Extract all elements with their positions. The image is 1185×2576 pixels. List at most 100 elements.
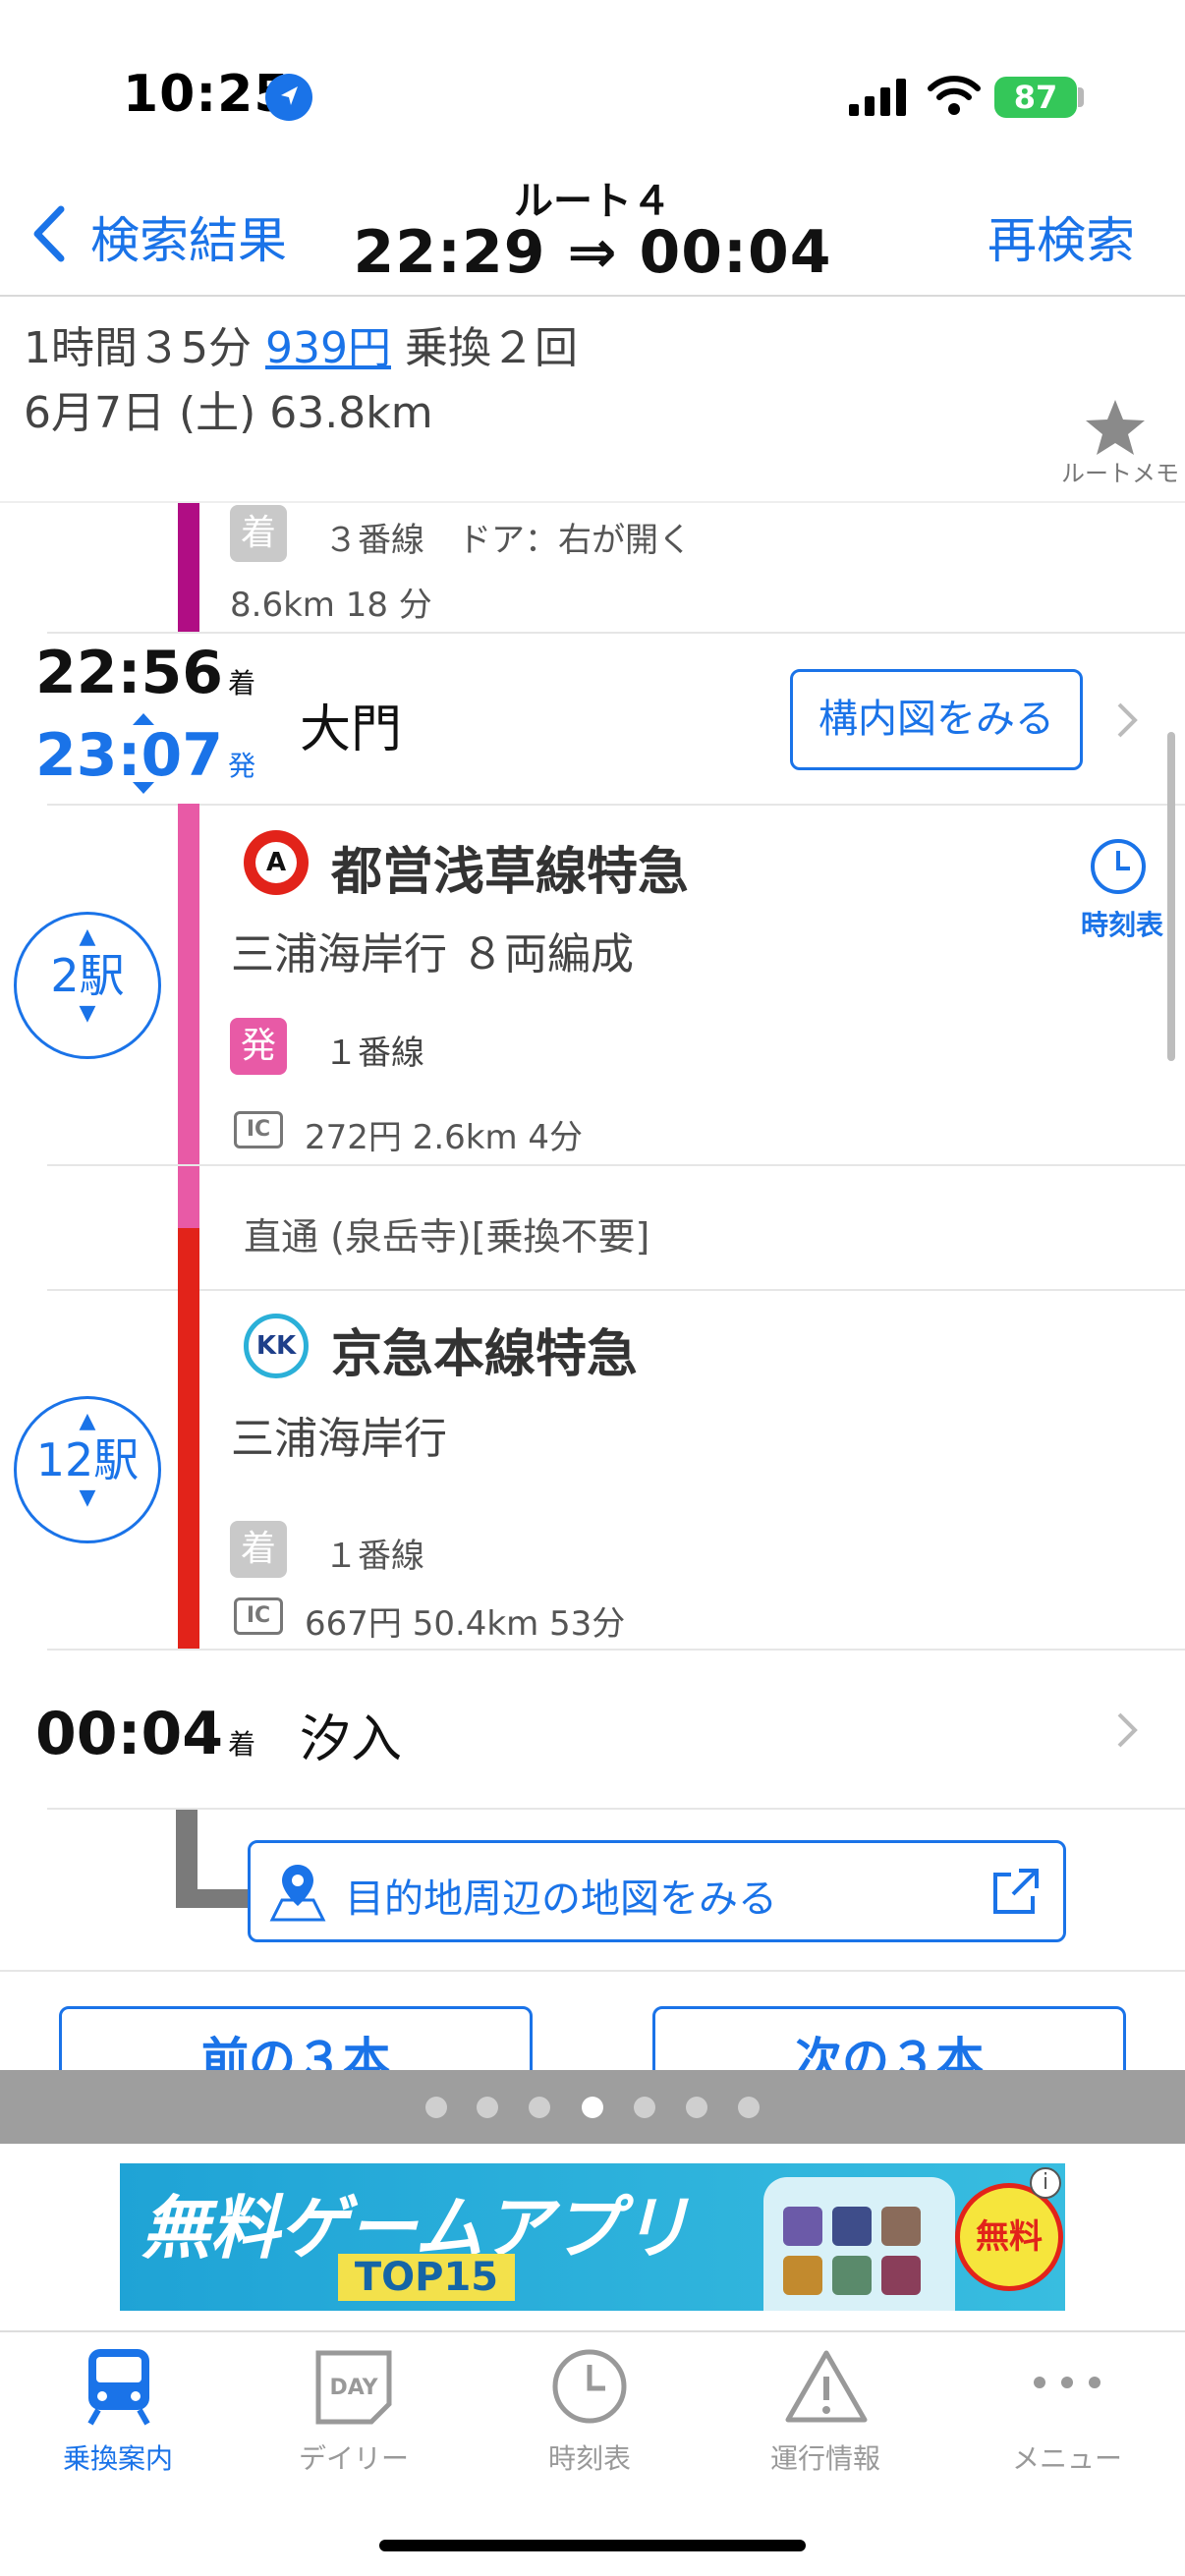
divider — [47, 1164, 1185, 1166]
ad-info-icon[interactable]: i — [1030, 2167, 1061, 2199]
depart-time[interactable]: 23:07 — [35, 721, 223, 790]
divider — [47, 632, 1185, 634]
tab-label: 乗換案内 — [62, 2442, 173, 2475]
ad-banner[interactable]: 無料ゲームアプリ TOP15 無料 i — [120, 2163, 1065, 2311]
station-name[interactable]: 汐入 — [300, 1698, 402, 1771]
wifi-icon — [928, 76, 981, 115]
platform-info: １番線 — [324, 1034, 424, 1073]
fare-info: 272円 2.6km 4分 — [305, 1118, 584, 1157]
svg-text:DAY: DAY — [329, 2376, 378, 2400]
transfers: 乗換２回 — [404, 323, 578, 373]
location-icon — [265, 74, 312, 121]
arrive-time: 00:04 — [35, 1700, 223, 1768]
ad-subtitle: TOP15 — [338, 2254, 515, 2301]
tab-daily[interactable]: DAY デイリー — [236, 2343, 472, 2481]
route-connector — [176, 1810, 254, 1908]
scrollbar[interactable] — [1167, 732, 1175, 1061]
expand-up-icon: ▲ — [79, 1409, 96, 1433]
page-dot[interactable] — [425, 2097, 447, 2118]
map-pin-icon — [269, 1865, 326, 1922]
battery-indicator: 87 — [994, 77, 1077, 118]
line-name[interactable]: 京急本線特急 — [331, 1313, 638, 1386]
arrive-time-row: 00:04 着 — [35, 1700, 255, 1768]
ad-phone-image — [763, 2177, 955, 2311]
tab-timetable[interactable]: 時刻表 — [472, 2343, 707, 2481]
external-link-icon — [993, 1869, 1039, 1914]
asakusa-icon-letter: A — [255, 842, 297, 883]
date-distance: 6月7日 (土) 63.8km — [24, 388, 433, 438]
page-dot[interactable] — [686, 2097, 707, 2118]
line-name[interactable]: 都営浅草線特急 — [331, 830, 689, 904]
battery-tip — [1078, 87, 1084, 107]
distance-time: 8.6km 18 分 — [230, 586, 432, 625]
home-indicator[interactable] — [379, 2540, 806, 2551]
next-trains-button[interactable]: 次の３本 — [652, 2006, 1126, 2070]
route-summary: 1時間３5分 939円 乗換２回 — [24, 312, 578, 375]
research-button[interactable]: 再検索 — [988, 201, 1135, 272]
destination: 三浦海岸行 ８両編成 — [231, 929, 634, 980]
station-count: 2駅 — [50, 949, 125, 1002]
station-map-button[interactable]: 構内図をみる — [790, 669, 1083, 770]
daily-icon: DAY — [315, 2350, 392, 2425]
more-trains-buttons: 前の３本 次の３本 — [0, 1994, 1185, 2070]
tab-transfer[interactable]: 乗換案内 — [0, 2343, 236, 2481]
timetable-clock-icon[interactable] — [1089, 837, 1148, 896]
platform-info: １番線 — [324, 1537, 424, 1576]
divider — [0, 1970, 1185, 1972]
asakusa-line-icon: A — [244, 830, 309, 895]
destination: 三浦海岸行 — [231, 1414, 447, 1464]
arrival-badge: 着 — [230, 1521, 287, 1578]
tab-label: デイリー — [298, 2442, 409, 2475]
clock-icon — [552, 2349, 627, 2424]
route-memo-label[interactable]: ルートメモ — [1061, 454, 1179, 488]
tabbar-divider — [0, 2330, 1185, 2332]
signal-icon — [849, 79, 906, 116]
through-service-note: 直通 (泉岳寺)[乗換不要] — [244, 1215, 650, 1259]
keikyu-line-bar — [178, 1228, 199, 1651]
expand-up-icon: ▲ — [79, 924, 96, 949]
ic-card-icon: IC — [234, 1597, 283, 1635]
divider — [47, 1649, 1185, 1651]
tab-service-info[interactable]: 運行情報 — [707, 2343, 943, 2481]
expand-down-icon: ▼ — [79, 1001, 96, 1026]
keikyu-line-icon: KK — [244, 1314, 309, 1378]
arrival-badge: 着 — [230, 505, 287, 562]
duration: 1時間３5分 — [24, 323, 252, 373]
chevron-right-icon[interactable] — [1114, 700, 1140, 740]
destination-map-button[interactable]: 目的地周辺の地図をみる — [248, 1840, 1066, 1942]
header-divider — [0, 295, 1185, 297]
star-icon[interactable] — [1081, 398, 1150, 457]
departure-badge: 発 — [230, 1018, 287, 1075]
tab-label: メニュー — [1011, 2442, 1122, 2475]
ad-free-stamp: 無料 — [955, 2183, 1063, 2291]
chevron-right-icon[interactable] — [1114, 1710, 1140, 1750]
arrive-time-row: 22:56 着 — [35, 639, 255, 707]
timetable-link[interactable]: 時刻表 — [1081, 904, 1163, 943]
divider — [47, 1289, 1185, 1291]
more-icon — [1034, 2377, 1100, 2388]
station-name[interactable]: 大門 — [300, 688, 402, 761]
page-dot[interactable] — [477, 2097, 498, 2118]
page-dot[interactable] — [634, 2097, 655, 2118]
prev-trains-button[interactable]: 前の３本 — [59, 2006, 533, 2070]
page-dot[interactable] — [738, 2097, 760, 2118]
depart-suffix: 発 — [228, 750, 256, 782]
divider — [47, 804, 1185, 806]
station-count-button[interactable]: ▲ 12駅 ▼ — [14, 1396, 161, 1543]
ic-card-icon: IC — [234, 1111, 283, 1148]
page-dot[interactable] — [529, 2097, 550, 2118]
station-count-button[interactable]: ▲ 2駅 ▼ — [14, 912, 161, 1059]
tab-label: 時刻表 — [547, 2442, 631, 2475]
arrive-suffix: 着 — [228, 667, 256, 700]
station-count: 12駅 — [35, 1433, 140, 1486]
warning-icon — [785, 2350, 868, 2423]
arrive-suffix: 着 — [228, 1728, 256, 1761]
page-dot-active[interactable] — [582, 2097, 603, 2118]
train-icon — [87, 2349, 150, 2426]
expand-down-icon: ▼ — [79, 1485, 96, 1510]
prev-line-bar — [178, 503, 199, 633]
tab-menu[interactable]: メニュー — [949, 2343, 1185, 2481]
fare-link[interactable]: 939円 — [265, 323, 391, 373]
destination-map-label: 目的地周辺の地図をみる — [345, 1876, 777, 1922]
depart-time-row[interactable]: 23:07 発 — [35, 721, 255, 790]
